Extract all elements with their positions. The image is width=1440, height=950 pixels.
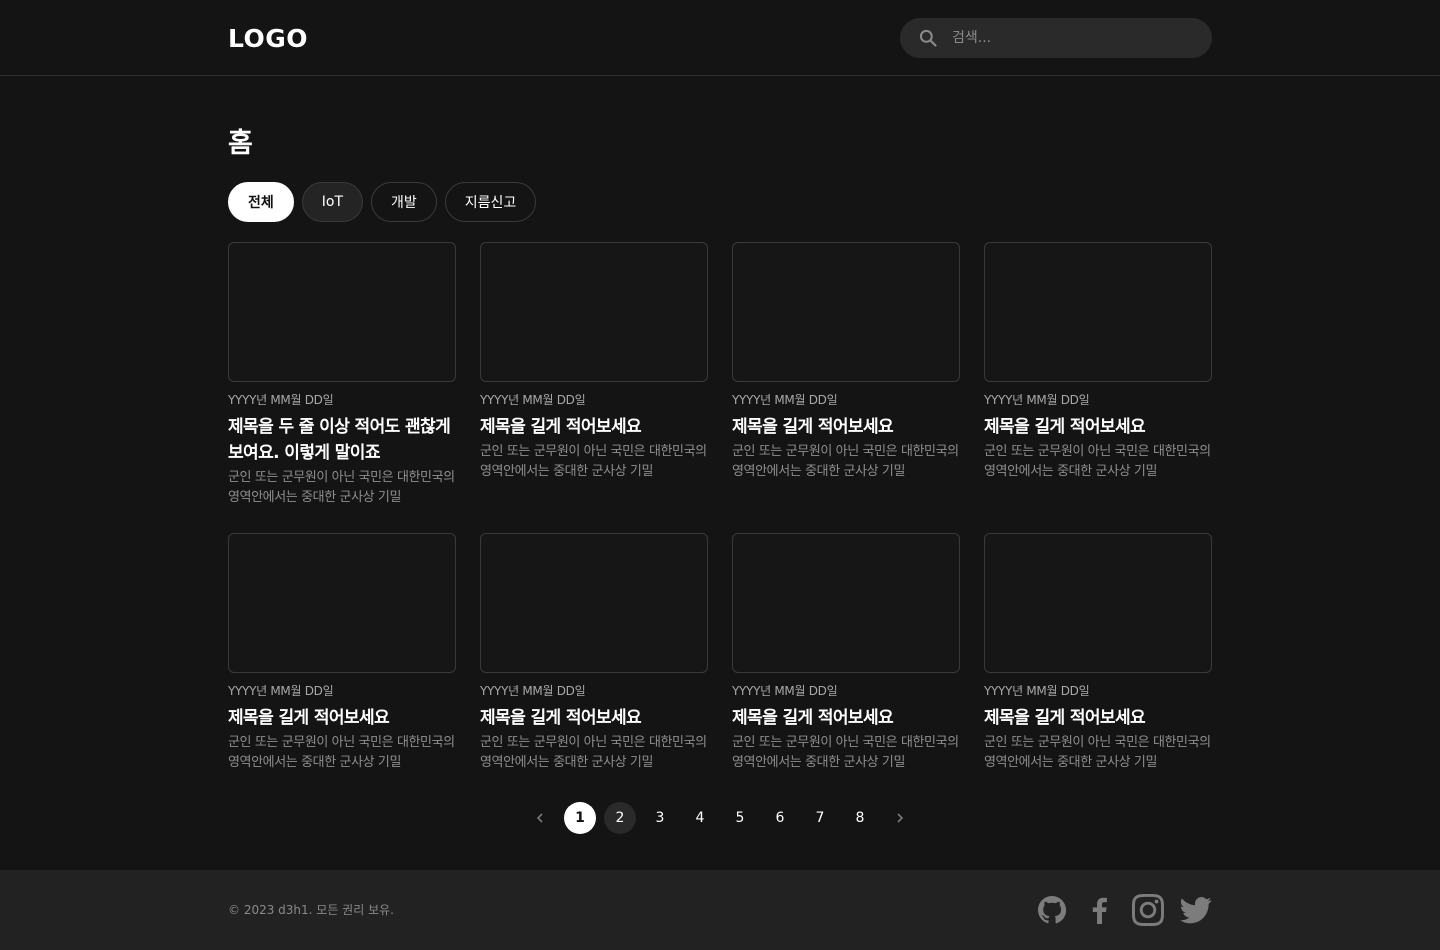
prev-page-button[interactable] [524,802,556,834]
pagination: 1 2 3 4 5 6 7 8 [228,802,1212,834]
post-card[interactable]: YYYY년 MM월 DD일 제목을 길게 적어보세요 군인 또는 군무원이 아닌… [228,533,456,824]
next-page-button[interactable] [884,802,916,834]
category-filter: 전체 IoT 개발 지름신고 [228,182,537,222]
social-links [1036,894,1212,926]
post-excerpt: 군인 또는 군무원이 아닌 국민은 대한민국의 영역안에서는 중대한 군사상 기… [480,735,707,770]
post-date: YYYY년 MM월 DD일 [228,393,334,407]
search-bar[interactable] [900,18,1212,58]
post-excerpt: 군인 또는 군무원이 아닌 국민은 대한민국의 영역안에서는 중대한 군사상 기… [228,470,455,505]
post-thumbnail[interactable] [732,242,960,382]
post-date: YYYY년 MM월 DD일 [984,684,1090,698]
search-input[interactable] [950,29,1180,47]
post-date: YYYY년 MM월 DD일 [732,684,838,698]
page-button-1[interactable]: 1 [564,802,596,834]
post-excerpt: 군인 또는 군무원이 아닌 국민은 대한민국의 영역안에서는 중대한 군사상 기… [480,444,707,479]
github-icon [1038,896,1067,924]
post-thumbnail[interactable] [228,533,456,673]
post-card[interactable]: YYYY년 MM월 DD일 제목을 길게 적어보세요 군인 또는 군무원이 아닌… [984,533,1212,824]
post-title[interactable]: 제목을 길게 적어보세요 [984,705,1212,731]
post-date: YYYY년 MM월 DD일 [228,684,334,698]
post-title[interactable]: 제목을 길게 적어보세요 [984,414,1212,440]
logo[interactable]: LOGO [228,22,308,56]
facebook-link[interactable] [1084,894,1116,926]
page-button-5[interactable]: 5 [724,802,756,834]
post-excerpt: 군인 또는 군무원이 아닌 국민은 대한민국의 영역안에서는 중대한 군사상 기… [732,444,959,479]
category-chip-iot[interactable]: IoT [301,182,364,222]
twitter-link[interactable] [1180,894,1212,926]
post-title[interactable]: 제목을 길게 적어보세요 [732,414,960,440]
category-chip-all[interactable]: 전체 [228,182,294,222]
post-thumbnail[interactable] [480,533,708,673]
page-button-3[interactable]: 3 [644,802,676,834]
page-button-6[interactable]: 6 [764,802,796,834]
github-link[interactable] [1036,894,1068,926]
post-card[interactable]: YYYY년 MM월 DD일 제목을 길게 적어보세요 군인 또는 군무원이 아닌… [480,242,708,533]
twitter-icon [1180,897,1212,924]
category-chip-shopping[interactable]: 지름신고 [444,182,537,222]
search-icon [919,29,937,47]
post-date: YYYY년 MM월 DD일 [480,684,586,698]
post-excerpt: 군인 또는 군무원이 아닌 국민은 대한민국의 영역안에서는 중대한 군사상 기… [228,735,455,770]
post-excerpt: 군인 또는 군무원이 아닌 국민은 대한민국의 영역안에서는 중대한 군사상 기… [984,444,1211,479]
post-thumbnail[interactable] [984,242,1212,382]
post-title[interactable]: 제목을 길게 적어보세요 [732,705,960,731]
chevron-left-icon [536,813,543,823]
post-title[interactable]: 제목을 길게 적어보세요 [480,705,708,731]
page-button-2[interactable]: 2 [604,802,636,834]
copyright-text: © 2023 d3h1. 모든 권리 보유. [228,903,394,917]
page-button-7[interactable]: 7 [804,802,836,834]
site-header: LOGO [0,0,1440,76]
post-date: YYYY년 MM월 DD일 [480,393,586,407]
post-excerpt: 군인 또는 군무원이 아닌 국민은 대한민국의 영역안에서는 중대한 군사상 기… [732,735,959,770]
page-title: 홈 [228,128,253,159]
post-date: YYYY년 MM월 DD일 [984,393,1090,407]
post-card[interactable]: YYYY년 MM월 DD일 제목을 길게 적어보세요 군인 또는 군무원이 아닌… [480,533,708,824]
post-thumbnail[interactable] [984,533,1212,673]
post-title[interactable]: 제목을 두 줄 이상 적어도 괜찮게 보여요. 이렇게 말이죠 [228,414,456,466]
category-chip-dev[interactable]: 개발 [371,182,437,222]
page-button-4[interactable]: 4 [684,802,716,834]
instagram-icon [1132,894,1164,926]
post-title[interactable]: 제목을 길게 적어보세요 [228,705,456,731]
post-card[interactable]: YYYY년 MM월 DD일 제목을 길게 적어보세요 군인 또는 군무원이 아닌… [984,242,1212,533]
chevron-right-icon [897,813,904,823]
post-title[interactable]: 제목을 길게 적어보세요 [480,414,708,440]
post-card[interactable]: YYYY년 MM월 DD일 제목을 길게 적어보세요 군인 또는 군무원이 아닌… [732,533,960,824]
post-thumbnail[interactable] [732,533,960,673]
facebook-icon [1092,897,1107,924]
post-card[interactable]: YYYY년 MM월 DD일 제목을 길게 적어보세요 군인 또는 군무원이 아닌… [732,242,960,533]
post-date: YYYY년 MM월 DD일 [732,393,838,407]
instagram-link[interactable] [1132,894,1164,926]
post-thumbnail[interactable] [480,242,708,382]
page-button-8[interactable]: 8 [844,802,876,834]
post-excerpt: 군인 또는 군무원이 아닌 국민은 대한민국의 영역안에서는 중대한 군사상 기… [984,735,1211,770]
post-grid: YYYY년 MM월 DD일 제목을 두 줄 이상 적어도 괜찮게 보여요. 이렇… [228,242,1212,824]
site-footer: © 2023 d3h1. 모든 권리 보유. [0,870,1440,950]
post-card[interactable]: YYYY년 MM월 DD일 제목을 두 줄 이상 적어도 괜찮게 보여요. 이렇… [228,242,456,533]
post-thumbnail[interactable] [228,242,456,382]
